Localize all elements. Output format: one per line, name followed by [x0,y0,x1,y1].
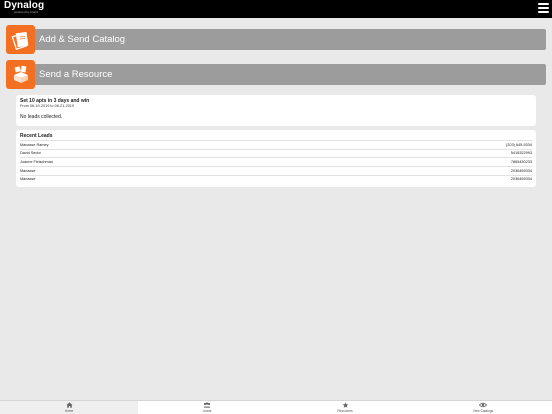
recent-leads-title: Recent Leads [20,133,53,139]
lead-phone: 7865430233 [510,159,532,164]
tab-label: Resources [337,408,353,413]
resource-box-icon [6,60,35,89]
home-icon [66,402,73,409]
lead-phone: 2036459334 [510,168,532,173]
catalog-icon [6,25,35,54]
tab-view-catalogs[interactable]: View Catalogs [414,401,552,414]
lead-row[interactable]: David Sedor 5418322993 [20,148,532,158]
tab-home[interactable]: Home [0,401,138,414]
lead-name: David Sedor [20,151,41,156]
lead-phone: 5418322993 [510,151,532,156]
tab-resources[interactable]: Resources [276,401,414,414]
goal-card[interactable]: Set 10 apts in 3 days and win From 06-19… [16,95,536,126]
resources-icon [342,402,349,409]
tab-label: View Catalogs [472,408,494,413]
tab-label: Leads [202,408,212,413]
lead-name: Joanne Fleischman [20,159,53,164]
lead-phone: 2036459334 [510,177,532,182]
lead-name: Manasse Ramey [20,142,49,147]
action-label: Add & Send Catalog [39,34,126,45]
send-resource-button[interactable]: Send a Resource [6,60,546,94]
top-bar: Dynalog powered by brand [0,0,552,18]
tab-leads[interactable]: Leads [138,401,276,414]
lead-row[interactable]: Manasse 2036459334 [20,166,532,175]
app-logo[interactable]: Dynalog powered by brand [4,1,44,14]
recent-leads-card: Recent Leads Manasse Ramey (203) 645-933… [16,130,536,187]
goal-empty-message: No leads collected. [20,114,63,120]
goal-date-range: From 06-19-2019 to 06-21-2019 [20,104,75,108]
bottom-tab-bar: Home Leads Resources View Catalogs [0,400,552,414]
lead-name: Manasse [20,177,36,182]
tab-label: Home [64,408,74,413]
eye-icon [479,402,487,408]
logo-tagline: powered by brand [14,10,39,14]
lead-row[interactable]: Manasse 2036459334 [20,174,532,184]
lead-row[interactable]: Manasse Ramey (203) 645-9334 [20,140,532,149]
hamburger-menu-icon[interactable] [538,3,549,14]
leads-icon [203,402,211,408]
lead-row[interactable]: Joanne Fleischman 7865430233 [20,157,532,166]
action-label: Send a Resource [39,69,113,80]
lead-name: Manasse [20,168,36,173]
lead-phone: (203) 645-9334 [506,142,532,147]
add-send-catalog-button[interactable]: Add & Send Catalog [6,25,546,59]
